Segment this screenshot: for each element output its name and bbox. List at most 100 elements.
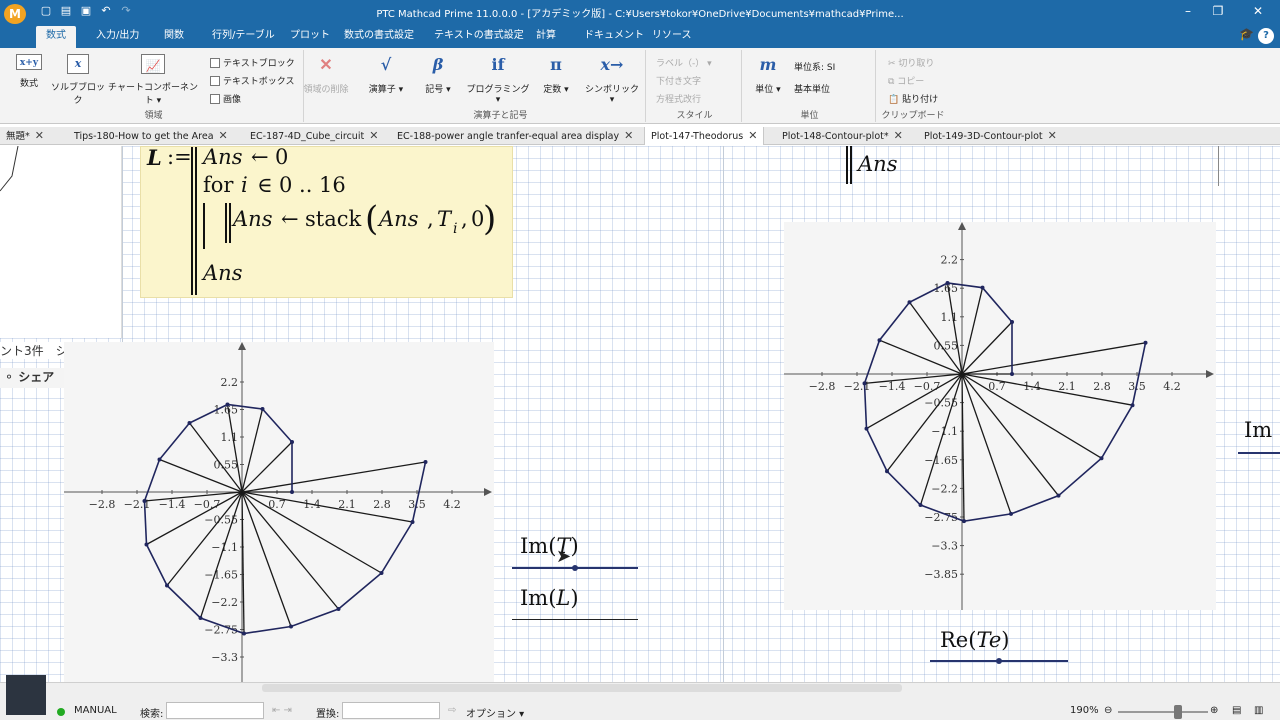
close-tab-icon[interactable]: ✕	[1048, 129, 1057, 142]
restore-icon[interactable]: ❐	[1208, 3, 1228, 19]
doc-tab-1[interactable]: Tips-180-How to get the Area ✕	[74, 127, 228, 145]
close-window-icon[interactable]: ✕	[1248, 3, 1268, 19]
replace-input[interactable]	[342, 702, 440, 719]
range: 0 .. 16	[279, 173, 346, 197]
plot-right[interactable]: −2.8−2.1−1.4−0.70.71.42.12.83.54.22.21.6…	[784, 222, 1216, 610]
tab-math-format[interactable]: 数式の書式設定	[334, 26, 424, 48]
draft-view-icon[interactable]: ▥	[1254, 705, 1263, 716]
save-icon[interactable]: ▣	[78, 4, 94, 18]
text-block-label: テキストブロック	[223, 59, 295, 69]
mathcad-logo-icon[interactable]: M	[4, 4, 26, 24]
search-prev-icon[interactable]: ⇤ ⇥	[272, 705, 292, 716]
plot-left[interactable]: −2.8−2.1−1.4−0.70.71.42.12.83.54.22.21.6…	[64, 342, 494, 682]
zoom-out-icon[interactable]: ⊖	[1104, 705, 1112, 716]
tab-matrix-table[interactable]: 行列/テーブル	[202, 26, 285, 48]
close-tab-icon[interactable]: ✕	[748, 129, 757, 142]
subscript-button[interactable]: 下付き文字	[656, 74, 701, 87]
tab-math[interactable]: 数式	[36, 26, 76, 48]
zoom-slider-track[interactable]	[1118, 711, 1208, 713]
y-axis-expr-bottom[interactable]: Im(L)	[520, 586, 579, 610]
math-button[interactable]: x+y 数式	[12, 54, 46, 89]
spiral-point	[225, 402, 230, 407]
group-clipboard-label: クリップボード	[881, 111, 945, 121]
help-icon[interactable]: ?	[1258, 28, 1274, 44]
cut-button[interactable]: ✂ 切り取り	[888, 56, 934, 69]
text-block-button[interactable]: テキストブロック	[210, 56, 295, 69]
redo-icon[interactable]: ↷	[118, 4, 134, 18]
program-region[interactable]: L := Ans ← 0 for i ∈ 0 .. 16 Ans ← stack…	[140, 146, 513, 298]
equation-wrap-button[interactable]: 方程式改行	[656, 92, 701, 105]
unit-system-dropdown[interactable]: 単位系: SI	[794, 60, 835, 73]
tab-input-output[interactable]: 入力/出力	[86, 26, 149, 48]
solve-block-label: ソルブブロック	[50, 83, 105, 106]
programming-button[interactable]: if プログラミング ▾	[466, 54, 530, 105]
spiral-point	[1099, 456, 1104, 461]
tab-text-format[interactable]: テキストの書式設定	[424, 26, 534, 48]
search-input[interactable]	[166, 702, 264, 719]
worksheet-canvas[interactable]: ント3件 シ ⚬ シェア L := Ans ← 0 for i ∈ 0 .. 1…	[0, 146, 1280, 682]
group-operators: √ 演算子 ▾ β 記号 ▾ if プログラミング ▾ π 定数 ▾ x→ シンボリック …	[356, 50, 646, 122]
label-dropdown[interactable]: ラベル（-） ▾	[656, 56, 712, 69]
new-file-icon[interactable]: ▢	[38, 4, 54, 18]
side-panel	[0, 146, 122, 338]
tab-resources[interactable]: リソース	[642, 26, 702, 48]
spiral-point	[980, 285, 985, 290]
zoom-in-icon[interactable]: ⊕	[1210, 705, 1218, 716]
doc-tab-5[interactable]: Plot-148-Contour-plot* ✕	[782, 127, 903, 145]
close-tab-icon[interactable]: ✕	[35, 129, 44, 142]
share-button[interactable]: ⚬ シェア	[0, 368, 64, 388]
paste-button[interactable]: 📋 貼り付け	[888, 92, 938, 105]
doc-tab-4[interactable]: Plot-147-Theodorus ✕	[644, 127, 765, 145]
comma-2: ,	[461, 207, 468, 231]
spoke-line	[226, 404, 243, 493]
replace-arrow-icon[interactable]: ⇨	[448, 705, 456, 716]
open-folder-icon[interactable]: ▤	[58, 4, 74, 18]
chart-component-button[interactable]: 📈 チャートコンポーネント ▾	[108, 54, 198, 106]
options-dropdown[interactable]: オプション ▾	[466, 705, 524, 720]
y-axis-arrow	[238, 342, 246, 350]
constants-button[interactable]: π 定数 ▾	[536, 54, 576, 95]
for-variable: i	[241, 173, 248, 197]
page-view-icon[interactable]: ▤	[1232, 705, 1241, 716]
operators-label: 演算子	[368, 85, 396, 95]
spiral-point	[410, 520, 415, 524]
base-units-button[interactable]: 基本単位	[794, 82, 830, 95]
doc-tab-3[interactable]: EC-188-power angle tranfer-equal area di…	[397, 127, 633, 145]
math-label: 数式	[19, 79, 38, 89]
spoke-line	[961, 373, 1060, 497]
base-units-label: 基本単位	[794, 85, 831, 95]
text-box-label: テキストボックス	[223, 77, 295, 87]
x-tick-label: 2.8	[1093, 380, 1111, 393]
zoom-slider-thumb[interactable]	[1174, 705, 1182, 719]
x-axis-expr-right[interactable]: Re(Te)	[940, 628, 1009, 652]
close-tab-icon[interactable]: ✕	[624, 129, 633, 142]
units-button[interactable]: m 単位 ▾	[748, 54, 788, 95]
copy-button[interactable]: ⧉ コピー	[888, 74, 924, 87]
solve-block-button[interactable]: x ソルブブロック	[50, 54, 106, 106]
symbols-button[interactable]: β 記号 ▾	[418, 54, 458, 95]
paste-label: 貼り付け	[902, 95, 939, 105]
symbolic-button[interactable]: x→ シンボリック ▾	[582, 54, 642, 105]
line1-var: Ans	[203, 146, 243, 169]
horizontal-scrollbar[interactable]	[262, 684, 902, 692]
text-box-button[interactable]: テキストボックス	[210, 74, 294, 87]
delete-region-button[interactable]: ✕ 領域の削除	[302, 54, 350, 95]
tab-plots[interactable]: プロット	[280, 26, 340, 48]
close-tab-icon[interactable]: ✕	[894, 129, 903, 142]
tab-functions[interactable]: 関数	[154, 26, 194, 48]
close-tab-icon[interactable]: ✕	[369, 129, 378, 142]
undo-icon[interactable]: ↶	[98, 4, 114, 18]
doc-tab-0[interactable]: 無題* ✕	[6, 127, 44, 145]
doc-tab-2[interactable]: EC-187-4D_Cube_circuit ✕	[250, 127, 378, 145]
operators-button[interactable]: √ 演算子 ▾	[366, 54, 406, 95]
doc-tab-6[interactable]: Plot-149-3D-Contour-plot ✕	[924, 127, 1057, 145]
close-tab-icon[interactable]: ✕	[219, 129, 228, 142]
tab-calculation[interactable]: 計算	[526, 26, 566, 48]
image-button[interactable]: 画像	[210, 92, 241, 105]
spiral-point	[885, 469, 889, 474]
spiral-point	[242, 631, 246, 636]
calc-mode[interactable]: MANUAL	[74, 705, 117, 716]
graduation-cap-icon[interactable]: 🎓	[1239, 27, 1254, 41]
y-tick-label: 2.2	[941, 254, 959, 267]
minimize-icon[interactable]: –	[1178, 3, 1198, 19]
